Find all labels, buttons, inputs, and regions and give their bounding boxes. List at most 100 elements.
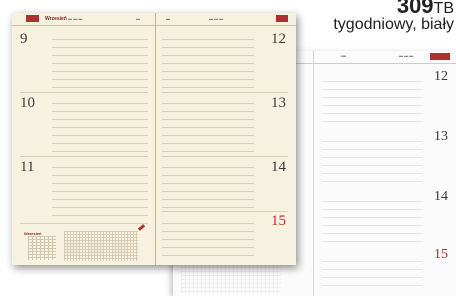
ruled-line (162, 151, 254, 152)
sunday-day-number: 15 (271, 213, 286, 229)
ruled-line (52, 55, 148, 56)
header-left-tabs: ▬ ▬ ▬ (68, 16, 83, 21)
ruled-line (52, 111, 148, 112)
ruled-line (323, 181, 422, 182)
ruled-line (162, 167, 254, 168)
section-divider (162, 211, 288, 212)
ruled-line (52, 63, 148, 64)
ruled-line (52, 39, 148, 40)
ruled-line (162, 47, 254, 48)
white-planner-gutter (313, 51, 314, 296)
white-notes-grid (181, 263, 281, 293)
ruled-line (52, 143, 148, 144)
header-left-mark: ▬ (136, 16, 140, 21)
ruled-line (52, 71, 148, 72)
ruled-line (162, 63, 254, 64)
ruled-line (323, 173, 422, 174)
header-month-label: Wrzesień (45, 16, 67, 22)
mini-calendar-grid (28, 236, 56, 260)
ruled-line (162, 143, 254, 144)
ruled-line (323, 277, 422, 278)
white-planner-month-tab (430, 53, 450, 60)
ruled-line (162, 207, 254, 208)
header-right-mark: ▬ (166, 16, 170, 21)
white-sunday-number: 15 (434, 247, 448, 262)
ruled-line (52, 119, 148, 120)
white-day-number: 13 (434, 129, 448, 144)
ruled-line (323, 81, 422, 82)
ruled-line (323, 261, 422, 262)
white-day-number: 14 (434, 189, 448, 204)
pencil-icon (137, 224, 146, 231)
ruled-line (162, 191, 254, 192)
ruled-line (162, 255, 254, 256)
notes-dot-grid (64, 231, 138, 261)
ruled-line (323, 105, 422, 106)
ruled-line (162, 55, 254, 56)
right-day-number: 13 (271, 95, 286, 111)
left-day-number: 10 (20, 95, 35, 111)
ruled-line (323, 121, 422, 122)
left-day-number: 11 (20, 159, 35, 175)
ruled-line (162, 119, 254, 120)
cream-planner-spread: Wrzesień ▬ ▬ ▬ ▬ ▬ ▬ ▬ ▬ 9 10 11 12 13 1… (12, 13, 296, 265)
ruled-line (162, 199, 254, 200)
ruled-line (52, 199, 148, 200)
ruled-line (323, 225, 422, 226)
ruled-line (162, 231, 254, 232)
cream-planner-header: Wrzesień ▬ ▬ ▬ ▬ ▬ ▬ ▬ ▬ (12, 13, 296, 26)
right-day-number: 12 (271, 31, 286, 47)
ruled-line (323, 157, 422, 158)
section-divider (162, 92, 288, 93)
ruled-line (323, 217, 422, 218)
ruled-line (52, 207, 148, 208)
ruled-line (52, 183, 148, 184)
ruled-line (52, 167, 148, 168)
ruled-line (323, 241, 422, 242)
cream-planner-left-tab (26, 15, 39, 22)
ruled-line (162, 127, 254, 128)
cream-planner-right-tab (276, 15, 288, 22)
ruled-line (162, 39, 254, 40)
ruled-line (162, 71, 254, 72)
ruled-line (52, 127, 148, 128)
ruled-line (323, 201, 422, 202)
ruled-line (52, 103, 148, 104)
ruled-line (323, 165, 422, 166)
ruled-line (162, 247, 254, 248)
section-divider (20, 92, 148, 93)
ruled-line (162, 239, 254, 240)
ruled-line (52, 79, 148, 80)
ruled-line (323, 149, 422, 150)
ruled-line (162, 87, 254, 88)
product-description: tygodniowy, biały (333, 16, 454, 33)
ruled-line (52, 87, 148, 88)
white-planner-tabs: ▬ ▬ ▬ (399, 53, 414, 58)
ruled-line (323, 89, 422, 90)
ruled-line (162, 111, 254, 112)
product-code-suffix: TB (433, 0, 454, 17)
ruled-line (162, 103, 254, 104)
ruled-line (323, 233, 422, 234)
ruled-line (323, 97, 422, 98)
ruled-line (162, 183, 254, 184)
header-right-tabs: ▬ ▬ ▬ (209, 16, 224, 21)
white-day-number: 12 (434, 69, 448, 84)
section-divider (20, 223, 148, 224)
ruled-line (52, 191, 148, 192)
section-divider (162, 156, 288, 157)
ruled-line (162, 79, 254, 80)
ruled-line (323, 269, 422, 270)
ruled-line (52, 151, 148, 152)
white-planner-year-mark: ▬ (341, 53, 346, 59)
ruled-line (323, 141, 422, 142)
ruled-line (162, 223, 254, 224)
ruled-line (52, 215, 148, 216)
ruled-line (323, 209, 422, 210)
ruled-line (162, 175, 254, 176)
ruled-line (323, 113, 422, 114)
ruled-line (162, 135, 254, 136)
ruled-line (323, 285, 422, 286)
ruled-line (52, 135, 148, 136)
section-divider (20, 156, 148, 157)
